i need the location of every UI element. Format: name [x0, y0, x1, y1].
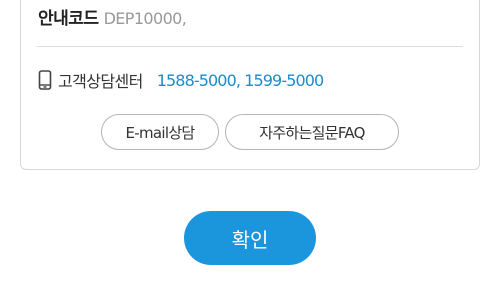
mobile-phone-icon	[38, 70, 52, 90]
confirm-button[interactable]: 확인	[184, 211, 316, 265]
customer-center-row: 고객상담센터 1588-5000, 1599-5000	[38, 67, 325, 93]
divider	[37, 46, 463, 47]
faq-button[interactable]: 자주하는질문FAQ	[225, 114, 399, 150]
guide-code-label: 안내코드	[38, 9, 99, 29]
error-notice-page: 안내코드 DEP10000, 고객상담센터 1588-5000, 1599-50…	[0, 0, 500, 300]
guide-code-value: DEP10000,	[103, 9, 187, 28]
customer-center-label: 고객상담센터	[58, 72, 143, 91]
customer-center-phone-numbers[interactable]: 1588-5000, 1599-5000	[157, 71, 325, 90]
guide-code-row: 안내코드 DEP10000,	[38, 4, 187, 29]
email-inquiry-button[interactable]: E-mail상담	[101, 114, 219, 150]
